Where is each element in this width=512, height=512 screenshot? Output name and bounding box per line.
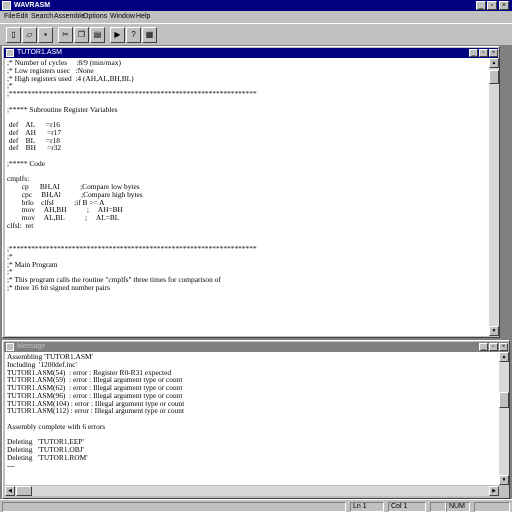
scroll-down-arrow-icon[interactable]: ▼ xyxy=(489,326,499,336)
print-button[interactable]: ▦ xyxy=(142,27,157,43)
save-file-button[interactable]: ▪ xyxy=(38,27,53,43)
message-hscroll-thumb[interactable] xyxy=(16,486,32,496)
message-scroll-up-arrow-icon[interactable]: ▲ xyxy=(499,352,509,362)
cut-icon: ✂ xyxy=(62,30,69,39)
status-extra-panel xyxy=(474,502,510,512)
mdi-client: TUTOR1.ASM _ ▫ × ;* Number of cycles :8/… xyxy=(0,46,512,499)
message-window[interactable]: Message _ ▫ × Assembling 'TUTOR1.ASM' In… xyxy=(2,340,510,499)
source-code: ;* Number of cycles :8/9 (min/max) ;* Lo… xyxy=(7,58,257,292)
message-text-area[interactable]: Assembling 'TUTOR1.ASM' Including '1200d… xyxy=(5,352,499,485)
assembler-output: Assembling 'TUTOR1.ASM' Including '1200d… xyxy=(7,352,185,470)
paste-icon: ▤ xyxy=(93,30,102,39)
menu-edit[interactable]: Edit xyxy=(16,13,28,21)
editor-text-area[interactable]: ;* Number of cycles :8/9 (min/max) ;* Lo… xyxy=(5,58,489,336)
print-icon: ▦ xyxy=(145,30,154,39)
menu-search[interactable]: Search xyxy=(31,13,53,21)
status-num-lock: NUM xyxy=(446,502,470,512)
message-minimize-button[interactable]: _ xyxy=(479,343,488,351)
status-line: Ln 1 xyxy=(350,502,384,512)
menu-bar: File Edit Search Assemble Options Window… xyxy=(0,11,512,23)
app-titlebar[interactable]: WAVRASM _ ▫ × xyxy=(0,0,512,11)
scroll-left-arrow-icon[interactable]: ◀ xyxy=(5,486,15,496)
editor-titlebar[interactable]: TUTOR1.ASM _ ▫ × xyxy=(4,48,498,58)
message-horizontal-scrollbar[interactable]: ◀ ▶ xyxy=(5,486,499,496)
message-titlebar[interactable]: Message _ ▫ × xyxy=(4,342,508,352)
toolbar: ▯ ▱ ▪ ✂ ❐ ▤ ▶ ? ▦ xyxy=(0,23,512,46)
new-file-button[interactable]: ▯ xyxy=(6,27,21,43)
cut-button[interactable]: ✂ xyxy=(58,27,73,43)
help-icon: ? xyxy=(131,30,136,39)
document-icon[interactable] xyxy=(6,49,14,57)
save-file-icon: ▪ xyxy=(44,30,47,39)
assemble-button[interactable]: ▶ xyxy=(110,27,125,43)
menu-window[interactable]: Window xyxy=(110,13,135,21)
editor-vertical-scrollbar[interactable]: ▲ ▼ xyxy=(489,58,499,336)
editor-scroll-thumb[interactable] xyxy=(489,70,499,84)
message-vertical-scrollbar[interactable]: ▲ ▼ xyxy=(499,352,509,485)
assemble-icon: ▶ xyxy=(114,30,121,39)
message-maximize-button[interactable]: ▫ xyxy=(489,343,498,351)
message-close-button[interactable]: × xyxy=(499,343,508,351)
menu-help[interactable]: Help xyxy=(136,13,150,21)
message-scroll-down-arrow-icon[interactable]: ▼ xyxy=(499,475,509,485)
menu-file[interactable]: File xyxy=(4,13,15,21)
message-title: Message xyxy=(17,343,46,350)
scroll-up-arrow-icon[interactable]: ▲ xyxy=(489,58,499,68)
copy-button[interactable]: ❐ xyxy=(74,27,89,43)
scroll-right-arrow-icon[interactable]: ▶ xyxy=(489,486,499,496)
new-file-icon: ▯ xyxy=(11,30,16,39)
copy-icon: ❐ xyxy=(77,30,86,39)
editor-close-button[interactable]: × xyxy=(489,49,498,57)
status-column: Col 1 xyxy=(388,502,426,512)
maximize-button[interactable]: ▫ xyxy=(487,1,497,10)
menu-options[interactable]: Options xyxy=(83,13,107,21)
menu-assemble[interactable]: Assemble xyxy=(54,13,85,21)
editor-minimize-button[interactable]: _ xyxy=(469,49,478,57)
message-window-icon[interactable] xyxy=(6,343,14,351)
status-bar: Ln 1 Col 1 NUM xyxy=(0,499,512,512)
open-file-icon: ▱ xyxy=(26,30,33,39)
status-mode-empty xyxy=(430,502,446,512)
paste-button[interactable]: ▤ xyxy=(90,27,105,43)
editor-title: TUTOR1.ASM xyxy=(17,49,62,56)
app-icon[interactable] xyxy=(2,1,11,10)
status-message-panel xyxy=(2,502,346,512)
editor-maximize-button[interactable]: ▫ xyxy=(479,49,488,57)
minimize-button[interactable]: _ xyxy=(476,1,486,10)
app-title: WAVRASM xyxy=(14,2,51,9)
help-button[interactable]: ? xyxy=(126,27,141,43)
close-button[interactable]: × xyxy=(499,1,509,10)
open-file-button[interactable]: ▱ xyxy=(22,27,37,43)
message-scroll-thumb[interactable] xyxy=(499,392,509,408)
editor-window[interactable]: TUTOR1.ASM _ ▫ × ;* Number of cycles :8/… xyxy=(2,46,500,338)
